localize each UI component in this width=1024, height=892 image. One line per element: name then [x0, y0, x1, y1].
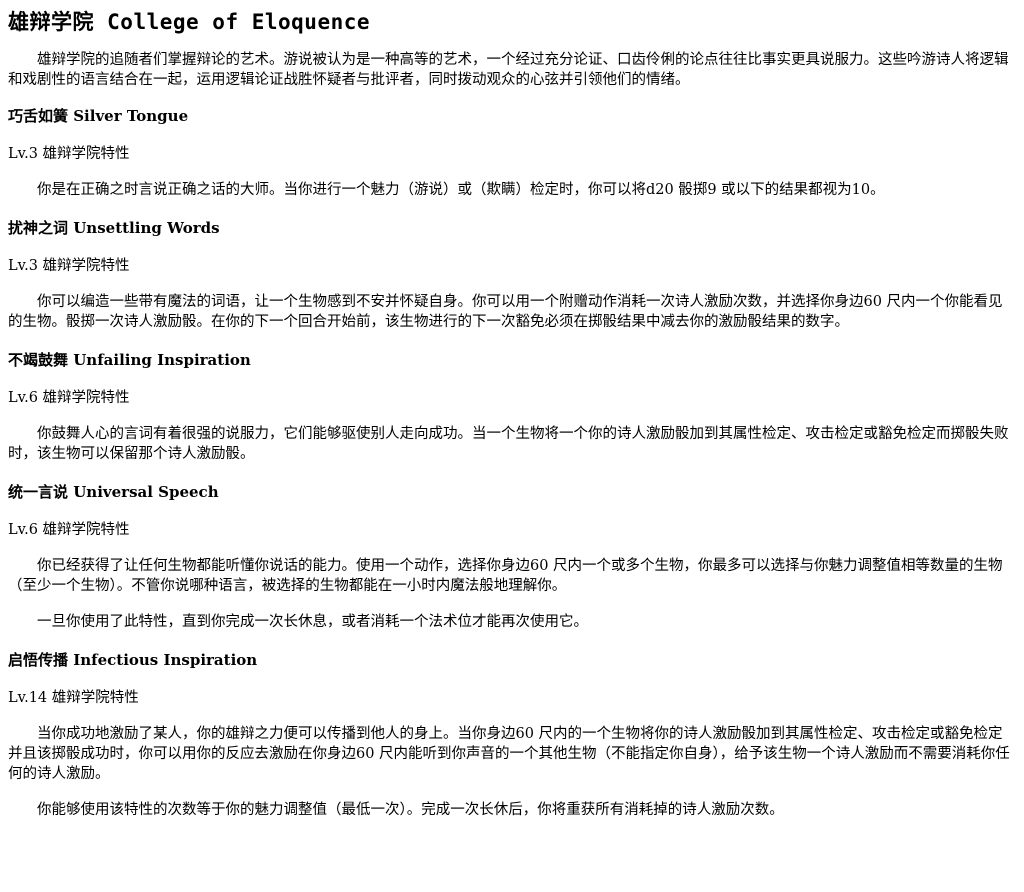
feature-level: Lv.3 雄辩学院特性 [8, 258, 130, 274]
feature-paragraph: 你鼓舞人心的言词有着很强的说服力，它们能够驱使别人走向成功。当一个生物将一个你的… [8, 426, 1009, 462]
feature-paragraph: 一旦你使用了此特性，直到你完成一次长休息，或者消耗一个法术位才能再次使用它。 [37, 614, 588, 630]
feature-section: 不竭鼓舞 Unfailing Inspiration Lv.6 雄辩学院特性你鼓舞… [8, 350, 1016, 464]
feature-paragraph: 你可以编造一些带有魔法的词语，让一个生物感到不安并怀疑自身。你可以用一个附赠动作… [8, 294, 1003, 330]
feature-paragraph: 你是在正确之时言说正确之话的大师。当你进行一个魅力（游说）或（欺瞒）检定时，你可… [37, 182, 885, 198]
document-page: 雄辩学院 College of Eloquence 雄辩学院的追随者们掌握辩论的… [0, 0, 1024, 820]
feature-title: 巧舌如簧 Silver Tongue [8, 107, 189, 125]
feature-paragraph: 当你成功地激励了某人，你的雄辩之力便可以传播到他人的身上。当你身边60 尺内的一… [8, 726, 1010, 782]
feature-section: 巧舌如簧 Silver Tongue Lv.3 雄辩学院特性你是在正确之时言说正确… [8, 106, 1016, 200]
feature-title: 扰神之词 Unsettling Words [8, 219, 220, 237]
feature-paragraph: 你能够使用该特性的次数等于你的魅力调整值（最低一次）。完成一次长休后，你将重获所… [37, 802, 784, 818]
feature-section: 启悟传播 Infectious Inspiration Lv.14 雄辩学院特性当… [8, 650, 1016, 820]
feature-title: 统一言说 Universal Speech [8, 483, 219, 501]
page-title-cn: 雄辩学院 [8, 10, 94, 34]
page-title: 雄辩学院 College of Eloquence [8, 6, 1016, 38]
feature-section: 扰神之词 Unsettling Words Lv.3 雄辩学院特性你可以编造一些带… [8, 218, 1016, 332]
feature-level: Lv.3 雄辩学院特性 [8, 146, 130, 162]
feature-section: 统一言说 Universal Speech Lv.6 雄辩学院特性你已经获得了让任… [8, 482, 1016, 632]
features-list: 巧舌如簧 Silver Tongue Lv.3 雄辩学院特性 你是在正确之时言说正确… [8, 106, 1016, 820]
feature-paragraph: 你已经获得了让任何生物都能听懂你说话的能力。使用一个动作，选择你身边60 尺内一… [8, 558, 1003, 594]
feature-title: 不竭鼓舞 Unfailing Inspiration [8, 351, 251, 369]
intro-paragraph: 雄辩学院的追随者们掌握辩论的艺术。游说被认为是一种高等的艺术，一个经过充分论证、… [8, 52, 1009, 88]
feature-level: Lv.6 雄辩学院特性 [8, 522, 130, 538]
feature-level: Lv.6 雄辩学院特性 [8, 390, 130, 406]
feature-title: 启悟传播 Infectious Inspiration [8, 651, 258, 669]
feature-level: Lv.14 雄辩学院特性 [8, 690, 139, 706]
page-title-en: College of Eloquence [107, 10, 371, 34]
